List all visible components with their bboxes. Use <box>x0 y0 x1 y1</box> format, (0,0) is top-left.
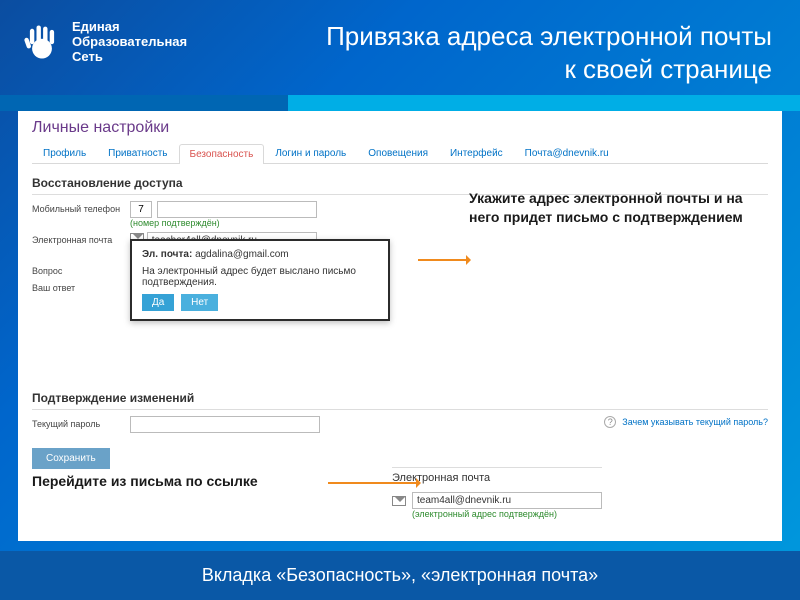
arrow-icon <box>418 259 468 261</box>
settings-tabs: Профиль Приватность Безопасность Логин и… <box>32 143 768 164</box>
slide-footer: Вкладка «Безопасность», «электронная поч… <box>0 551 800 600</box>
callout-follow-link: Перейдите из письма по ссылке <box>32 467 382 489</box>
why-password-link[interactable]: Зачем указывать текущий пароль? <box>622 417 768 427</box>
phone-input[interactable] <box>157 201 317 218</box>
tab-login[interactable]: Логин и пароль <box>264 143 357 163</box>
hand-icon <box>20 20 64 64</box>
password-label: Текущий пароль <box>32 416 130 429</box>
email-confirmed-hint: (электронный адрес подтверждён) <box>412 509 602 519</box>
settings-panel: Личные настройки Профиль Приватность Без… <box>18 111 782 541</box>
tab-security[interactable]: Безопасность <box>179 144 265 164</box>
mail-icon <box>392 496 406 506</box>
popup-addr-label: Эл. почта: <box>142 249 192 260</box>
popup-message: На электронный адрес будет выслано письм… <box>142 266 378 288</box>
popup-addr: agdalina@gmail.com <box>195 249 289 260</box>
confirmed-email-input[interactable] <box>412 492 602 509</box>
save-button[interactable]: Сохранить <box>32 448 110 469</box>
brand-text: Единая Образовательная Сеть <box>72 20 187 65</box>
confirm-email-popup: Эл. почта: agdalina@gmail.com На электро… <box>130 239 390 321</box>
popup-yes-button[interactable]: Да <box>142 294 174 311</box>
email-label: Электронная почта <box>32 232 130 245</box>
tab-notifications[interactable]: Оповещения <box>357 143 439 163</box>
phone-prefix: 7 <box>130 201 152 218</box>
bottom-block: Перейдите из письма по ссылке Электронна… <box>32 467 768 519</box>
question-label: Вопрос <box>32 263 130 276</box>
arrow-icon <box>328 482 418 484</box>
page-title: Личные настройки <box>32 119 768 137</box>
tab-mail[interactable]: Почта@dnevnik.ru <box>514 143 620 163</box>
accent-bar <box>0 95 800 111</box>
callout-instruction: Укажите адрес электронной почты и на нег… <box>469 189 764 227</box>
phone-label: Мобильный телефон <box>32 201 130 214</box>
current-password-input[interactable] <box>130 416 320 433</box>
popup-no-button[interactable]: Нет <box>181 294 218 311</box>
tab-privacy[interactable]: Приватность <box>97 143 178 163</box>
brand-logo: Единая Образовательная Сеть <box>20 20 250 65</box>
help-icon: ? <box>604 416 616 428</box>
tab-interface[interactable]: Интерфейс <box>439 143 514 163</box>
slide-header: Единая Образовательная Сеть Привязка адр… <box>0 0 800 95</box>
confirm-heading: Подтверждение изменений <box>32 387 768 410</box>
answer-label: Ваш ответ <box>32 280 130 293</box>
slide-title: Привязка адреса электронной почты к свое… <box>250 20 772 85</box>
tab-profile[interactable]: Профиль <box>32 143 97 163</box>
